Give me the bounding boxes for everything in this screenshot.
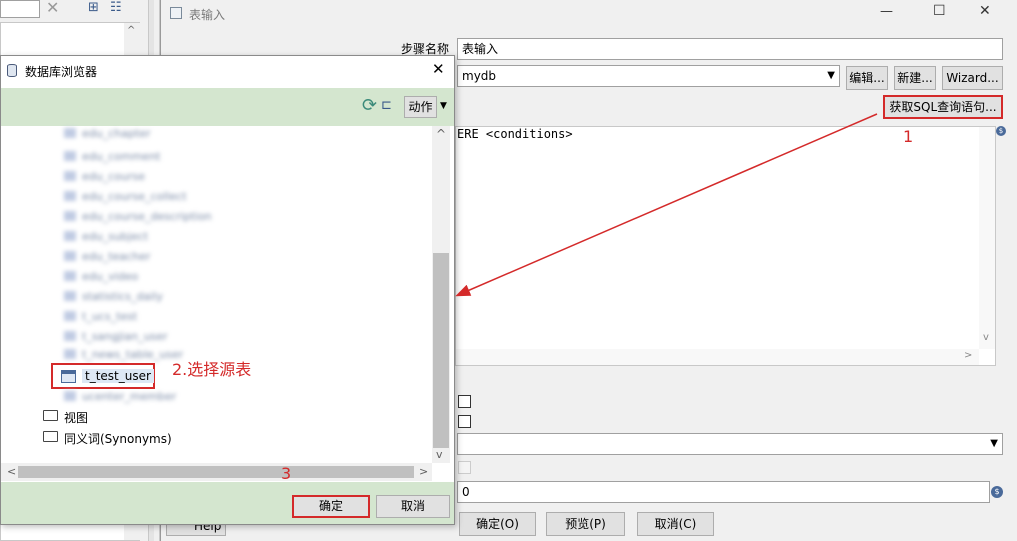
annotation-arrow: [455, 113, 878, 297]
annotation-label-3: 3: [281, 464, 292, 483]
annotation-label-2: 2.选择源表: [172, 360, 252, 379]
annotation-label-1: 1: [903, 127, 914, 146]
